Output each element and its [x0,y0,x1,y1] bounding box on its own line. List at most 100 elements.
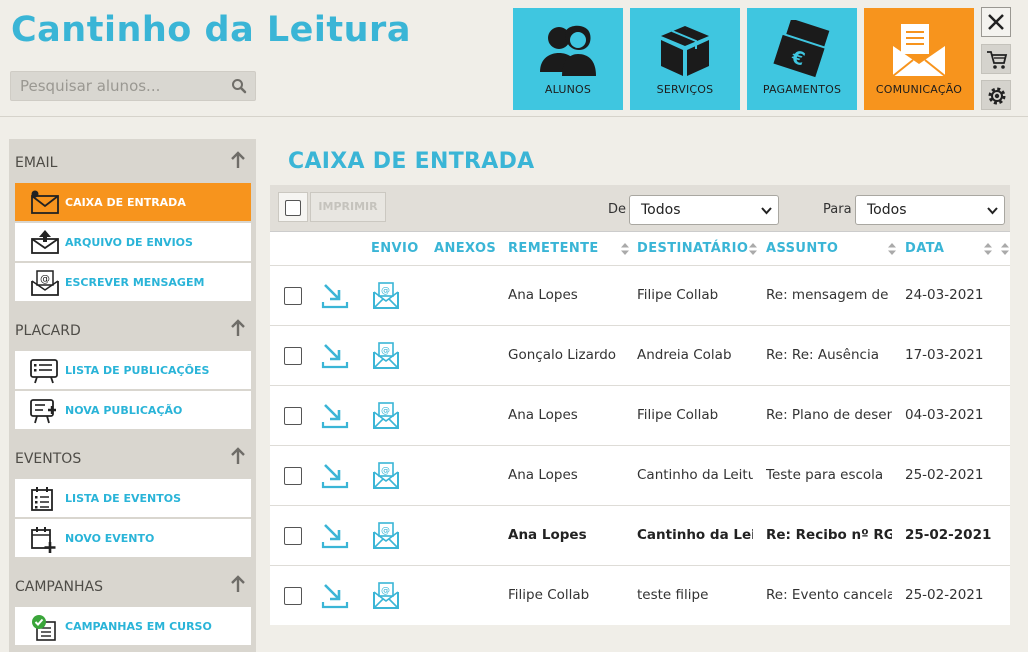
svg-text:@: @ [381,286,390,296]
settings-button[interactable] [981,80,1011,110]
print-button[interactable]: IMPRIMIR [310,192,386,222]
svg-text:@: @ [381,526,390,536]
column-header-attachments[interactable]: ANEXOS [434,241,496,256]
sort-icon[interactable] [888,243,896,255]
date-cell: 25-02-2021 [905,587,984,603]
sender-cell: Ana Lopes [508,527,587,543]
column-header-recipient[interactable]: DESTINATÁRIO [637,241,748,256]
svg-text:@: @ [381,586,390,596]
recipient-cell: Andreia Colab [637,347,732,363]
nav-tile-students[interactable]: ALUNOS [513,8,623,110]
table-row[interactable]: @ Ana Lopes Filipe Collab Re: Plano de dese… [270,385,1010,445]
received-arrow-icon [321,344,349,369]
sidebar-item-label: LISTA DE EVENTOS [65,492,182,505]
svg-text:@: @ [40,274,50,285]
svg-text:@: @ [381,346,390,356]
row-checkbox[interactable] [284,587,302,605]
campaign-check-icon [32,615,56,641]
chevron-down-icon [761,207,772,215]
close-button[interactable] [981,7,1011,37]
to-filter-select[interactable]: Todos [855,195,1005,225]
nav-tile-label: COMUNICAÇÃO [875,83,963,96]
app-title: Cantinho da Leitura [11,10,411,50]
sort-icon[interactable] [749,243,757,255]
row-checkbox[interactable] [284,287,302,305]
table-row[interactable]: @ Ana Lopes Filipe Collab Re: mensagem de t… [270,265,1010,325]
envelope-icon [892,24,946,77]
nav-tile-services[interactable]: SERVIÇOS [630,8,740,110]
board-new-icon [30,399,56,424]
date-cell: 24-03-2021 [905,287,984,303]
sidebar-item-new-event[interactable]: NOVO EVENTO [15,519,251,558]
sidebar-item-event-list[interactable]: LISTA DE EVENTOS [15,479,251,518]
sort-icon[interactable] [621,243,629,255]
table-row[interactable]: @ Ana Lopes Cantinho da Leitura Teste para … [270,445,1010,505]
section-header-events[interactable]: EVENTOS [9,447,256,473]
table-row[interactable]: @ Ana Lopes Cantinho da Leitura Re: Recibo … [270,505,1010,565]
collapse-arrow-icon[interactable] [230,575,246,593]
received-arrow-icon [321,584,349,609]
date-cell: 25-02-2021 [905,467,984,483]
received-arrow-icon [321,284,349,309]
sidebar-item-label: NOVA PUBLICAÇÃO [65,404,183,417]
section-header-campaigns[interactable]: CAMPANHAS [9,575,256,601]
header-divider [0,116,1028,117]
from-filter-label: De [608,202,627,217]
subject-cell: Re: Plano de desenvolvimento [766,407,892,423]
row-checkbox[interactable] [284,407,302,425]
search-icon[interactable] [231,78,247,94]
nav-tile-payments[interactable]: € PAGAMENTOS [747,8,857,110]
cart-button[interactable] [981,44,1011,74]
column-header-sender[interactable]: REMETENTE [508,241,599,256]
sidebar-item-compose[interactable]: @ ESCREVER MENSAGEM [15,263,251,302]
row-checkbox[interactable] [284,347,302,365]
table-row[interactable]: @ Filipe Collab teste filipe Re: Evento can… [270,565,1010,625]
select-all-checkbox[interactable] [278,192,308,222]
subject-cell: Re: Recibo nº RG RC [766,527,892,543]
collapse-arrow-icon[interactable] [230,319,246,337]
search-input[interactable] [11,72,226,100]
row-checkbox[interactable] [284,527,302,545]
sidebar-item-publication-list[interactable]: LISTA DE PUBLICAÇÕES [15,351,251,390]
collapse-arrow-icon[interactable] [230,447,246,465]
collapse-arrow-icon[interactable] [230,151,246,169]
banknotes-icon: € [770,20,830,80]
email-icon: @ [373,342,399,369]
sender-cell: Ana Lopes [508,287,578,303]
nav-tile-label: PAGAMENTOS [762,83,842,96]
sender-cell: Ana Lopes [508,467,578,483]
svg-text:@: @ [381,406,390,416]
column-header-send[interactable]: ENVIO [371,241,419,256]
students-icon [540,25,596,76]
column-header-subject[interactable]: ASSUNTO [766,241,838,256]
section-title: EMAIL [15,155,58,171]
svg-text:@: @ [381,466,390,476]
section-title: CAMPANHAS [15,579,104,595]
to-filter-value: Todos [867,202,907,218]
section-header-email[interactable]: EMAIL [9,151,256,177]
sidebar-item-inbox[interactable]: CAIXA DE ENTRADA [15,183,251,222]
sort-icon[interactable] [984,243,992,255]
section-header-placard[interactable]: PLACARD [9,319,256,345]
column-header-date[interactable]: DATA [905,241,944,256]
table-row[interactable]: @ Gonçalo Lizardo Andreia Colab Re: Re: Aus… [270,325,1010,385]
received-arrow-icon [321,404,349,429]
sidebar-item-label: ARQUIVO DE ENVIOS [65,236,193,249]
sidebar-item-label: NOVO EVENTO [65,532,155,545]
sidebar-item-sent-archive[interactable]: ARQUIVO DE ENVIOS [15,223,251,262]
sidebar-item-new-publication[interactable]: NOVA PUBLICAÇÃO [15,391,251,430]
student-search [10,71,256,101]
close-icon [988,14,1004,30]
received-arrow-icon [321,464,349,489]
inbox-toolbar: IMPRIMIR De Todos Para Todos [270,185,1010,231]
date-cell: 25-02-2021 [905,527,992,543]
sidebar-item-active-campaigns[interactable]: CAMPANHAS EM CURSO [15,607,251,646]
box-icon [661,26,709,76]
calendar-add-icon [31,527,56,553]
sidebar-item-label: CAIXA DE ENTRADA [65,196,186,209]
sort-icon[interactable] [1001,243,1009,255]
date-cell: 17-03-2021 [905,347,984,363]
row-checkbox[interactable] [284,467,302,485]
nav-tile-communication[interactable]: COMUNICAÇÃO [864,8,974,110]
from-filter-select[interactable]: Todos [629,195,779,225]
